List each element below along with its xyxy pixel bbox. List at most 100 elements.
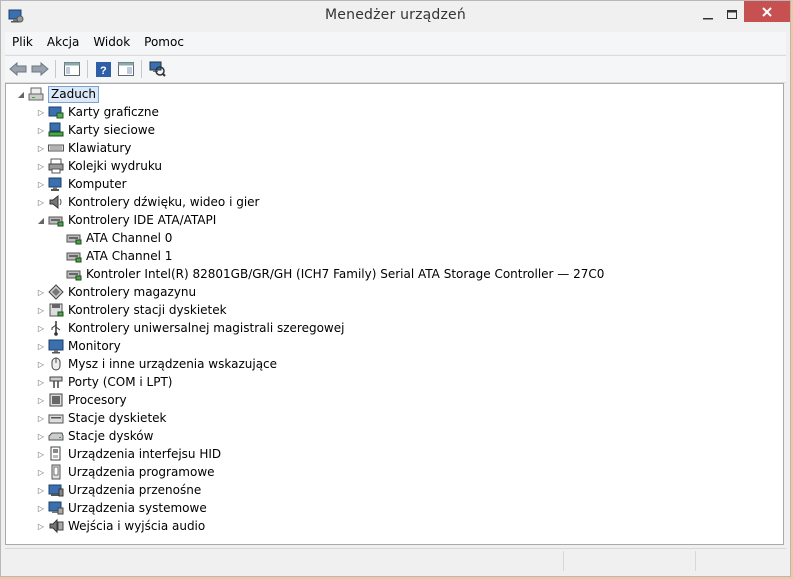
menu-help[interactable]: Pomoc <box>137 32 191 54</box>
floppy-controller-icon <box>48 302 64 318</box>
tree-category[interactable]: ▷ Kolejki wydruku <box>34 157 162 175</box>
portable-device-icon <box>48 482 64 498</box>
expand-arrow-icon[interactable]: ▷ <box>34 306 48 315</box>
root-label[interactable]: Zaduch <box>48 85 99 103</box>
tree-device[interactable]: Kontroler Intel(R) 82801GB/GR/GH (ICH7 F… <box>66 265 604 283</box>
device-tree[interactable]: ◢ Zaduch ▷ Karty graficzne ▷ Karty sieciowe… <box>5 83 784 545</box>
title-bar[interactable]: Menedżer urządzeń <box>1 1 790 31</box>
tree-category[interactable]: ▷ Stacje dyskietek <box>34 409 167 427</box>
expand-arrow-icon[interactable]: ▷ <box>34 396 48 405</box>
tree-category[interactable]: ▷ Urządzenia systemowe <box>34 499 207 517</box>
tree-device[interactable]: ATA Channel 1 <box>66 247 172 265</box>
expand-arrow-icon[interactable]: ▷ <box>34 468 48 477</box>
tree-category-label[interactable]: Kontrolery stacji dyskietek <box>68 303 227 317</box>
tree-category[interactable]: ▷ Kontrolery stacji dyskietek <box>34 301 227 319</box>
tree-device-label[interactable]: ATA Channel 0 <box>86 231 172 245</box>
tree-category[interactable]: ▷ Urządzenia przenośne <box>34 481 201 499</box>
tree-category-label[interactable]: Urządzenia interfejsu HID <box>68 447 221 461</box>
window-edge <box>787 83 790 545</box>
collapse-arrow-icon[interactable]: ◢ <box>34 216 48 225</box>
tree-category-label[interactable]: Kontrolery magazynu <box>68 285 196 299</box>
expand-arrow-icon[interactable]: ▷ <box>34 378 48 387</box>
tree-category[interactable]: ▷ Karty graficzne <box>34 103 159 121</box>
tree-category-label[interactable]: Wejścia i wyjścia audio <box>68 519 205 533</box>
tree-category-label[interactable]: Urządzenia programowe <box>68 465 215 479</box>
expand-arrow-icon[interactable]: ▷ <box>34 162 48 171</box>
tree-category-label[interactable]: Stacje dysków <box>68 429 153 443</box>
tree-category-label[interactable]: Urządzenia przenośne <box>68 483 201 497</box>
expand-arrow-icon[interactable]: ▷ <box>34 342 48 351</box>
tree-category-label[interactable]: Urządzenia systemowe <box>68 501 207 515</box>
collapse-arrow-icon[interactable]: ◢ <box>14 90 28 99</box>
menu-view[interactable]: Widok <box>86 32 137 54</box>
expand-arrow-icon[interactable]: ▷ <box>34 486 48 495</box>
tree-category[interactable]: ▷ Kontrolery uniwersalnej magistrali szer… <box>34 319 344 337</box>
expand-arrow-icon[interactable]: ▷ <box>34 144 48 153</box>
tree-device[interactable]: ATA Channel 0 <box>66 229 172 247</box>
tree-category-label[interactable]: Kontrolery IDE ATA/ATAPI <box>68 213 216 227</box>
minimize-button[interactable] <box>695 1 721 28</box>
tree-category-label[interactable]: Porty (COM i LPT) <box>68 375 172 389</box>
tree-category[interactable]: ▷ Kontrolery dźwięku, wideo i gier <box>34 193 259 211</box>
forward-arrow-icon <box>31 62 49 76</box>
tree-category[interactable]: ▷ Wejścia i wyjścia audio <box>34 517 205 535</box>
help-button[interactable]: ? <box>93 59 113 79</box>
expand-arrow-icon[interactable]: ▷ <box>34 324 48 333</box>
tree-category-label[interactable]: Stacje dyskietek <box>68 411 166 425</box>
tree-category[interactable]: ▷ Komputer <box>34 175 127 193</box>
monitor-icon <box>48 338 64 354</box>
tree-category-label[interactable]: Karty graficzne <box>68 105 159 119</box>
expand-arrow-icon[interactable]: ▷ <box>34 360 48 369</box>
tree-category-label[interactable]: Komputer <box>68 177 127 191</box>
tree-device-label[interactable]: Kontroler Intel(R) 82801GB/GR/GH (ICH7 F… <box>86 267 604 281</box>
tree-root[interactable]: ◢ Zaduch <box>14 85 99 103</box>
tree-category[interactable]: ▷ Stacje dysków <box>34 427 154 445</box>
ide-controller-icon <box>48 212 64 228</box>
expand-arrow-icon[interactable]: ▷ <box>34 288 48 297</box>
tree-category-label[interactable]: Procesory <box>68 393 127 407</box>
back-button[interactable] <box>8 59 28 79</box>
expand-arrow-icon[interactable]: ▷ <box>34 198 48 207</box>
tree-category[interactable]: ▷ Monitory <box>34 337 121 355</box>
expand-arrow-icon[interactable]: ▷ <box>34 108 48 117</box>
tree-category[interactable]: ▷ Procesory <box>34 391 127 409</box>
tree-category-label[interactable]: Monitory <box>68 339 121 353</box>
menu-file[interactable]: Plik <box>5 32 40 54</box>
forward-button[interactable] <box>30 59 50 79</box>
expand-arrow-icon[interactable]: ▷ <box>34 414 48 423</box>
tree-category[interactable]: ▷ Klawiatury <box>34 139 131 157</box>
network-adapter-icon <box>48 122 64 138</box>
tree-category-label[interactable]: Karty sieciowe <box>68 123 155 137</box>
scan-hardware-icon <box>149 61 166 77</box>
tree-category-label[interactable]: Kontrolery dźwięku, wideo i gier <box>68 195 259 209</box>
close-button[interactable] <box>744 1 790 22</box>
tree-category[interactable]: ▷ Urządzenia interfejsu HID <box>34 445 221 463</box>
tree-category[interactable]: ▷ Mysz i inne urządzenia wskazujące <box>34 355 277 373</box>
port-icon <box>48 374 64 390</box>
tree-category-label[interactable]: Kontrolery uniwersalnej magistrali szere… <box>68 321 344 335</box>
tree-category[interactable]: ◢ Kontrolery IDE ATA/ATAPI <box>34 211 216 229</box>
processor-icon <box>48 392 64 408</box>
properties-button[interactable] <box>116 59 136 79</box>
menu-action[interactable]: Akcja <box>40 32 86 54</box>
tree-category[interactable]: ▷ Kontrolery magazynu <box>34 283 196 301</box>
back-arrow-icon <box>9 62 27 76</box>
expand-arrow-icon[interactable]: ▷ <box>34 450 48 459</box>
expand-arrow-icon[interactable]: ▷ <box>34 180 48 189</box>
tree-category-label[interactable]: Klawiatury <box>68 141 131 155</box>
tree-device-label[interactable]: ATA Channel 1 <box>86 249 172 263</box>
scan-hardware-button[interactable] <box>147 59 167 79</box>
show-hide-console-tree-button[interactable] <box>62 59 82 79</box>
tree-category-label[interactable]: Kolejki wydruku <box>68 159 162 173</box>
expand-arrow-icon[interactable]: ▷ <box>34 522 48 531</box>
maximize-button[interactable] <box>719 1 745 28</box>
tree-category[interactable]: ▷ Porty (COM i LPT) <box>34 373 173 391</box>
expand-arrow-icon[interactable]: ▷ <box>34 504 48 513</box>
tree-category-label[interactable]: Mysz i inne urządzenia wskazujące <box>68 357 277 371</box>
expand-arrow-icon[interactable]: ▷ <box>34 432 48 441</box>
toolbar-separator <box>87 60 88 78</box>
system-device-icon <box>48 500 64 516</box>
expand-arrow-icon[interactable]: ▷ <box>34 126 48 135</box>
tree-category[interactable]: ▷ Urządzenia programowe <box>34 463 215 481</box>
tree-category[interactable]: ▷ Karty sieciowe <box>34 121 155 139</box>
